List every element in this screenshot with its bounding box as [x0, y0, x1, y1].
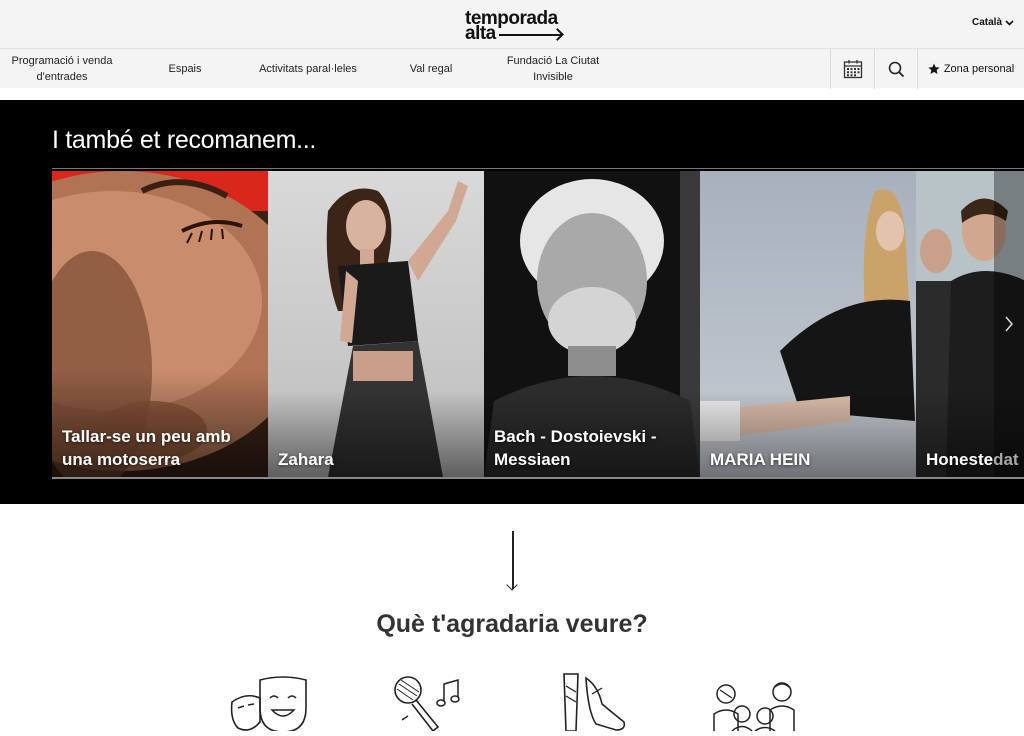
- divider: [52, 168, 1024, 169]
- recommendations-title: I també et recomanem...: [52, 126, 317, 154]
- nav-item-fundacio[interactable]: Fundació La Ciutat Invisible: [500, 49, 606, 89]
- nav-item-programacio[interactable]: Programació i venda d'entrades: [6, 49, 118, 89]
- arrow-down-icon: [512, 531, 514, 589]
- microphone-music-icon: [394, 676, 460, 733]
- nav-item-label: Espais: [168, 63, 202, 75]
- event-card-title: Bach - Dostoievski - Messiaen: [494, 427, 657, 469]
- calendar-icon: [843, 60, 862, 79]
- nav-item-label: Programació i venda d'entrades: [11, 55, 113, 83]
- event-card[interactable]: MARIA HEIN: [700, 171, 916, 477]
- nav-item-activitats[interactable]: Activitats paral·leles: [250, 49, 366, 89]
- nav-item-espais[interactable]: Espais: [155, 49, 215, 89]
- recommendations-carousel: Tallar-se un peu amb una motoserra Zahar…: [52, 171, 1024, 477]
- category-family[interactable]: [710, 672, 800, 732]
- carousel-next-button[interactable]: [994, 171, 1024, 477]
- search-icon: [888, 61, 904, 77]
- chevron-right-icon: [1005, 316, 1013, 332]
- event-card[interactable]: Bach - Dostoievski - Messiaen: [484, 171, 700, 477]
- nav-item-label: Activitats paral·leles: [259, 63, 357, 75]
- recommendations-section: I també et recomanem... Tallar-se un peu…: [0, 100, 1024, 504]
- family-icon: [713, 682, 795, 732]
- language-label: Català: [971, 17, 1002, 28]
- category-music[interactable]: [388, 672, 478, 733]
- star-icon: [928, 63, 940, 74]
- category-theatre[interactable]: [228, 672, 318, 733]
- logo-arrow-icon: [498, 33, 561, 36]
- main-nav: Programació i venda d'entrades Espais Ac…: [0, 48, 1024, 89]
- theatre-masks-icon: [230, 676, 307, 733]
- nav-tools: Zona personal: [830, 49, 1024, 89]
- nav-item-label: Val regal: [409, 63, 453, 75]
- logo-line2: alta: [465, 23, 496, 44]
- chevron-down-icon: [1005, 19, 1014, 26]
- language-selector[interactable]: Català: [972, 17, 1014, 28]
- logo[interactable]: temporada alta: [465, 9, 565, 44]
- divider: [52, 477, 1024, 479]
- calendar-button[interactable]: [830, 49, 874, 89]
- event-card-image: [700, 171, 916, 477]
- zona-personal-label: Zona personal: [943, 63, 1015, 75]
- section-question: Què t'agradaria veure?: [376, 610, 648, 638]
- nav-item-val-regal[interactable]: Val regal: [400, 49, 462, 89]
- dance-shoes-icon: [563, 673, 626, 732]
- nav-item-label: Fundació La Ciutat Invisible: [506, 55, 600, 83]
- top-bar: temporada alta Català: [0, 0, 1024, 48]
- category-dance[interactable]: [552, 672, 642, 732]
- event-card-image: [268, 171, 484, 477]
- event-card-title: Zahara: [278, 450, 334, 469]
- search-button[interactable]: [874, 49, 917, 89]
- event-card[interactable]: Tallar-se un peu amb una motoserra: [52, 171, 268, 477]
- event-card-title: MARIA HEIN: [710, 450, 811, 469]
- event-card[interactable]: Zahara: [268, 171, 484, 477]
- event-card-title: Tallar-se un peu amb una motoserra: [62, 427, 231, 469]
- zona-personal-button[interactable]: Zona personal: [917, 49, 1024, 89]
